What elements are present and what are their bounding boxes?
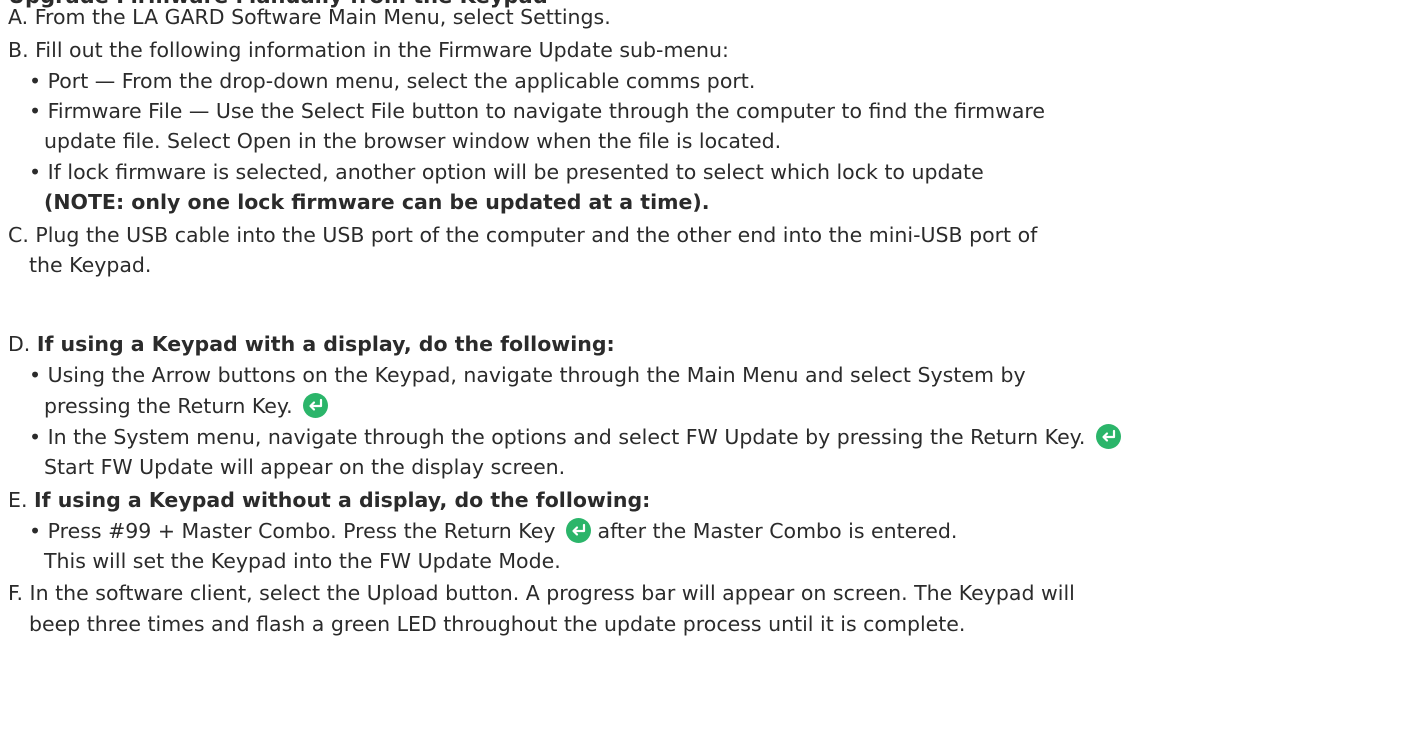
step-f-text: In the software client, select the Uploa… xyxy=(29,581,1075,605)
step-e-bullet1-line2: This will set the Keypad into the FW Upd… xyxy=(44,549,561,573)
step-a-marker: A. xyxy=(8,5,29,29)
step-c-marker: C. xyxy=(8,223,29,247)
step-d-bullet2-line1: • In the System menu, navigate through t… xyxy=(29,424,1121,450)
step-b-bullet-lock-line1: • If lock firmware is selected, another … xyxy=(29,160,984,184)
step-d-bullet2-line1-text: • In the System menu, navigate through t… xyxy=(29,425,1086,449)
step-a-text: From the LA GARD Software Main Menu, sel… xyxy=(34,5,611,29)
step-e-text: If using a Keypad without a display, do … xyxy=(34,488,651,512)
step-b-note: (NOTE: only one lock firmware can be upd… xyxy=(44,190,710,214)
return-key-icon xyxy=(1095,424,1121,449)
step-e-marker: E. xyxy=(8,488,28,512)
step-b-text: Fill out the following information in th… xyxy=(35,38,729,62)
instruction-page: Upgrade Firmware Manually from the Keypa… xyxy=(0,0,1408,747)
step-e: E. If using a Keypad without a display, … xyxy=(8,487,650,513)
step-c-line1: C. Plug the USB cable into the USB port … xyxy=(8,222,1037,248)
step-e-bullet1-line1-text-a: • Press #99 + Master Combo. Press the Re… xyxy=(29,519,556,543)
step-d-bullet1-line1: • Using the Arrow buttons on the Keypad,… xyxy=(29,363,1026,387)
step-e-bullet1-line1: • Press #99 + Master Combo. Press the Re… xyxy=(29,518,957,544)
step-d-text: If using a Keypad with a display, do the… xyxy=(36,332,615,356)
return-key-icon xyxy=(566,518,591,543)
step-b-marker: B. xyxy=(8,38,29,62)
step-c-line2: the Keypad. xyxy=(29,253,152,277)
step-b-bullet-firmware-file-line2: update file. Select Open in the browser … xyxy=(44,129,782,153)
step-f-line2: beep three times and flash a green LED t… xyxy=(29,612,966,636)
step-b-bullet-port: • Port — From the drop-down menu, select… xyxy=(29,69,756,93)
step-b: B. Fill out the following information in… xyxy=(8,37,729,63)
step-b-bullet-firmware-file-line1: • Firmware File — Use the Select File bu… xyxy=(29,99,1045,123)
step-d-bullet2-line2: Start FW Update will appear on the displ… xyxy=(44,455,566,479)
step-a: A. From the LA GARD Software Main Menu, … xyxy=(8,4,611,30)
step-f-marker: F. xyxy=(8,581,24,605)
step-d: D. If using a Keypad with a display, do … xyxy=(8,331,615,357)
step-c-text: Plug the USB cable into the USB port of … xyxy=(35,223,1038,247)
step-d-bullet1-line2: pressing the Return Key. xyxy=(44,393,329,419)
return-key-icon xyxy=(303,393,329,418)
step-d-marker: D. xyxy=(8,332,31,356)
step-e-bullet1-line1-text-b: after the Master Combo is entered. xyxy=(597,519,958,543)
step-f-line1: F. In the software client, select the Up… xyxy=(8,580,1075,606)
step-d-bullet1-line2-text: pressing the Return Key. xyxy=(44,394,293,418)
